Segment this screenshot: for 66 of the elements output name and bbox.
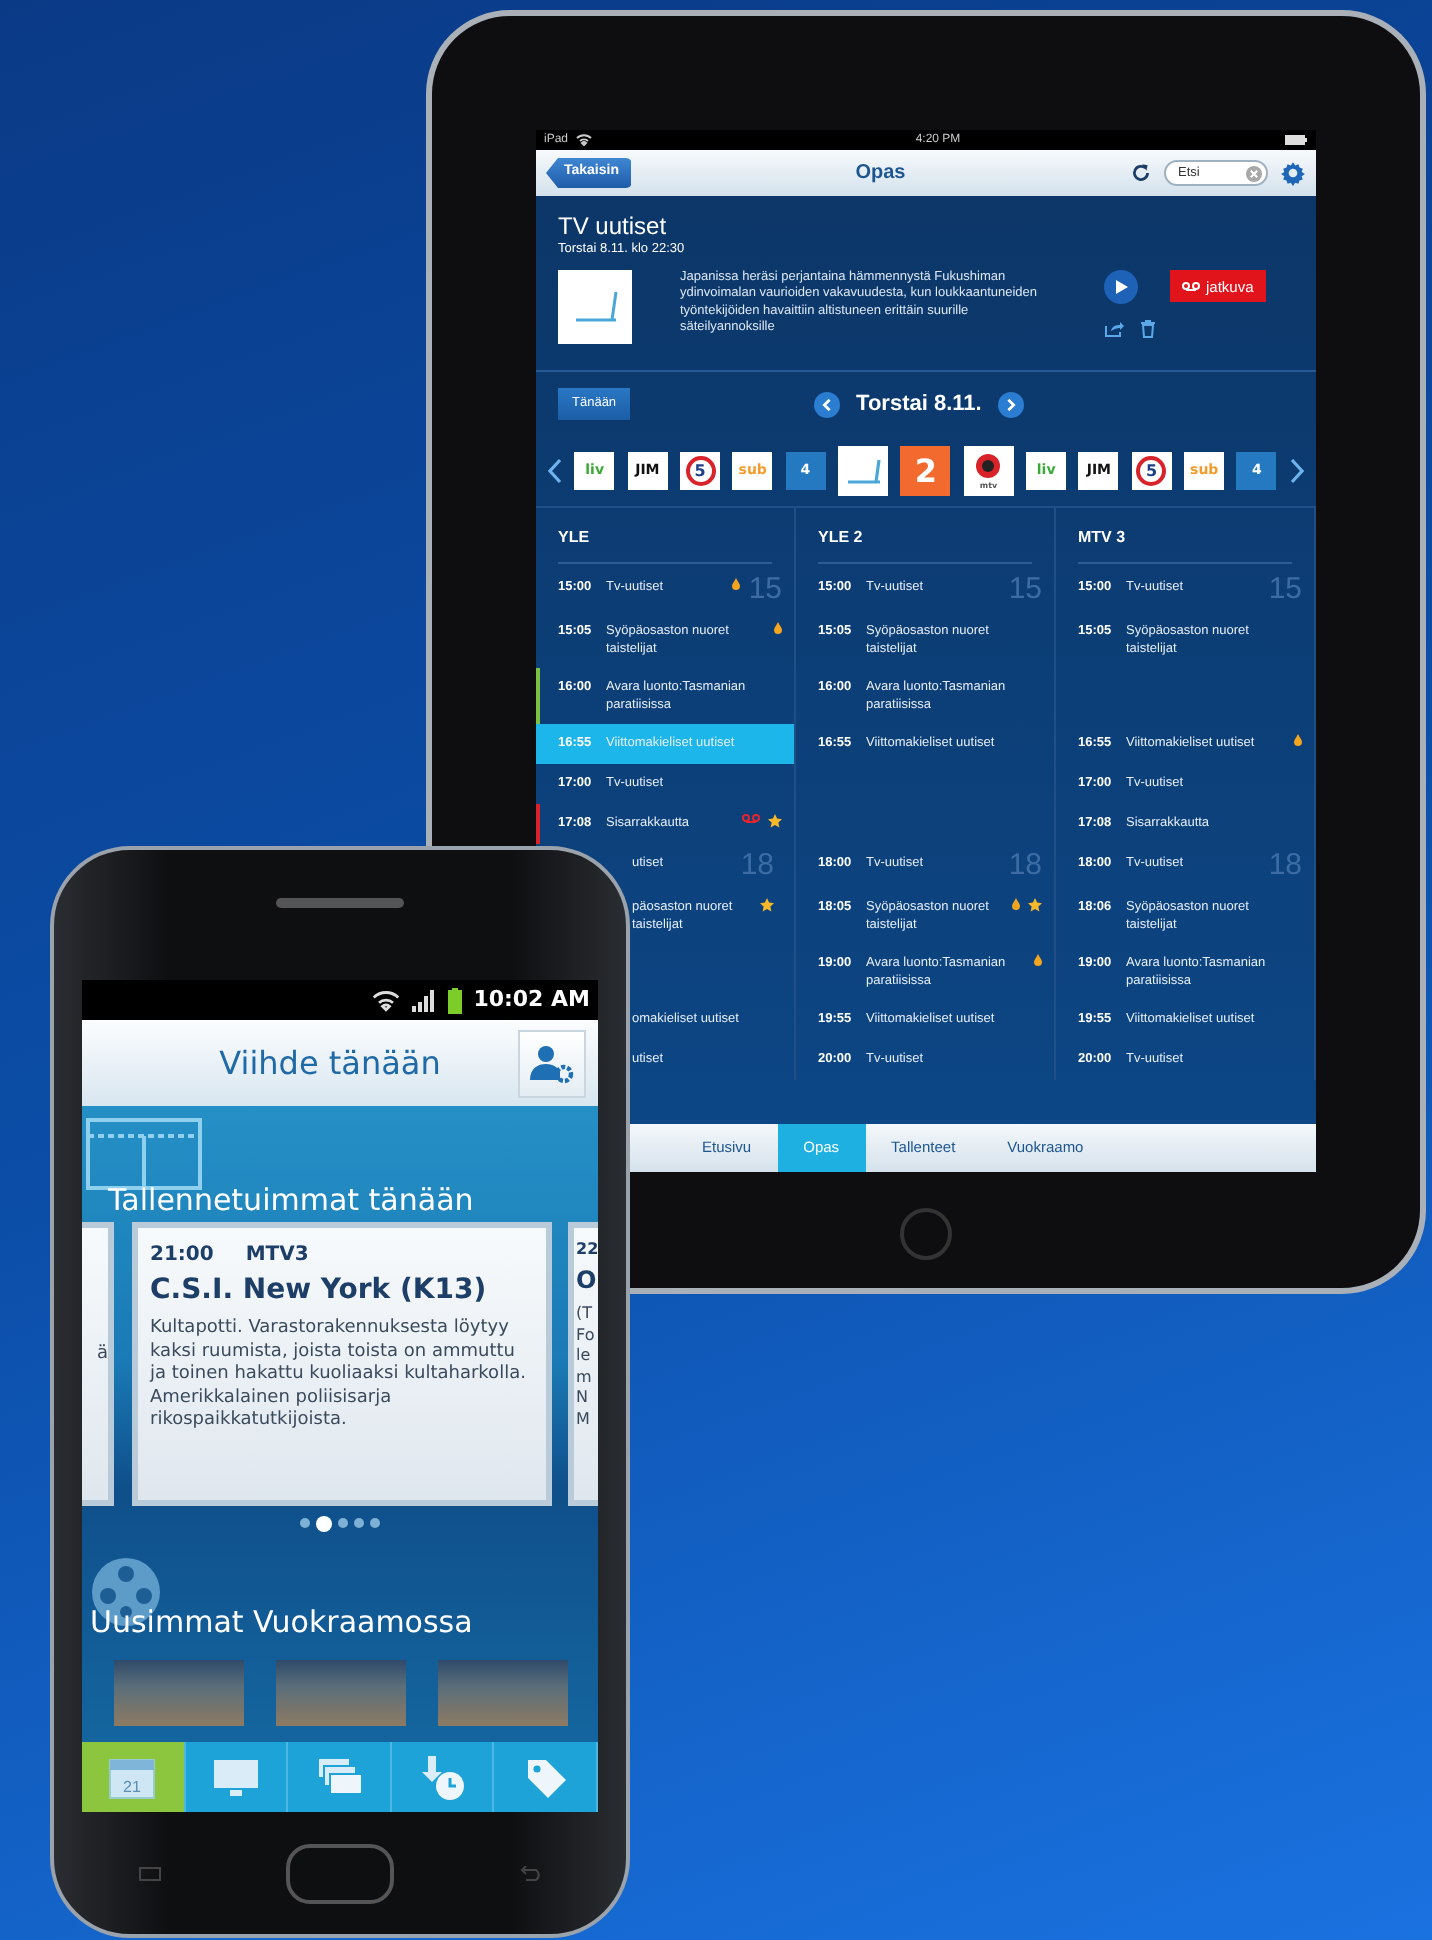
card-text: (T (576, 1304, 593, 1322)
page-indicator-dot[interactable] (370, 1518, 380, 1528)
movie-poster-placeholder[interactable] (276, 1660, 406, 1726)
program-title: TV uutiset (558, 212, 669, 240)
card-text: le (576, 1346, 591, 1364)
signal-icon (411, 989, 436, 1011)
profile-settings-button[interactable] (518, 1029, 586, 1097)
card-text: ä (94, 1344, 108, 1367)
movie-poster-placeholder[interactable] (114, 1660, 244, 1726)
screen-title: Opas (853, 160, 908, 188)
card-time: 21:00 (150, 1242, 214, 1270)
clear-icon[interactable] (1246, 165, 1262, 181)
previous-day-button[interactable] (814, 391, 841, 417)
channel-name: MTV 3 (1078, 526, 1292, 564)
status-time: 10:02 AM (473, 983, 590, 1016)
play-button[interactable] (1104, 269, 1138, 304)
movie-poster-placeholder[interactable] (438, 1660, 568, 1726)
program-card[interactable]: ä (82, 1222, 114, 1506)
channel-logo[interactable] (838, 446, 889, 496)
program-card[interactable]: 22 O (T Fo le m N M (568, 1222, 598, 1506)
section-title: Tallennetuimmat tänään (106, 1179, 474, 1221)
card-text: M (576, 1409, 590, 1427)
card-text: m (576, 1367, 592, 1385)
chevron-right-icon (1005, 397, 1016, 411)
menu-key-icon[interactable] (138, 1866, 162, 1882)
card-title: C.S.I. New York (K13) (150, 1272, 489, 1310)
wifi-icon (371, 989, 400, 1011)
logo-curve-icon (571, 286, 619, 327)
settings-icon[interactable] (1280, 160, 1306, 186)
user-gear-icon (530, 1043, 574, 1083)
screen-title: Viihde tänään (217, 1041, 443, 1085)
section-title: Uusimmat Vuokraamossa (88, 1601, 473, 1643)
card-text: Fo (576, 1325, 595, 1343)
battery-icon (1284, 134, 1308, 146)
program-card[interactable] (132, 1222, 552, 1506)
download-clock-icon (418, 1753, 467, 1801)
chevron-left-icon (548, 458, 562, 484)
page-indicator-dot[interactable] (316, 1516, 332, 1532)
record-icon (1182, 281, 1200, 292)
scroll-right-button[interactable] (1289, 458, 1304, 484)
delete-icon[interactable] (1140, 319, 1156, 338)
film-strip-icon (86, 1118, 202, 1190)
channel-name: YLE (558, 526, 772, 564)
date-label: Torstai 8.11. (856, 389, 982, 420)
card-channel: MTV3 (245, 1242, 309, 1270)
speaker-grille (276, 898, 404, 908)
scroll-left-button[interactable] (548, 458, 562, 484)
home-button[interactable] (286, 1844, 394, 1904)
play-icon (1115, 279, 1127, 294)
card-title: O (576, 1264, 598, 1298)
calendar-icon: 21 (108, 1753, 157, 1801)
refresh-icon[interactable] (1130, 162, 1152, 184)
page-indicator-dot[interactable] (338, 1518, 348, 1528)
battery-icon (447, 987, 462, 1013)
card-time: 22 (576, 1238, 598, 1262)
next-day-button[interactable] (997, 391, 1024, 417)
chevron-right-icon (1289, 458, 1304, 484)
chevron-left-icon (822, 397, 833, 411)
back-key-icon[interactable] (518, 1866, 542, 1882)
channel-name: YLE 2 (818, 526, 1032, 564)
wifi-icon (576, 134, 593, 146)
page-indicator-dot[interactable] (354, 1518, 364, 1528)
card-text: N (576, 1388, 588, 1406)
page-indicator-dot[interactable] (300, 1518, 310, 1528)
card-description: Kultapotti. Varastorakennuksesta löytyy kaksi ruumista, joista toista on ammuttu ja toinen hakattu kuoliaaksi kultaharkolla. Amerikkalainen poliisisarja rikospaikkatutkijoista. (150, 1318, 528, 1433)
share-icon[interactable] (1104, 319, 1124, 338)
